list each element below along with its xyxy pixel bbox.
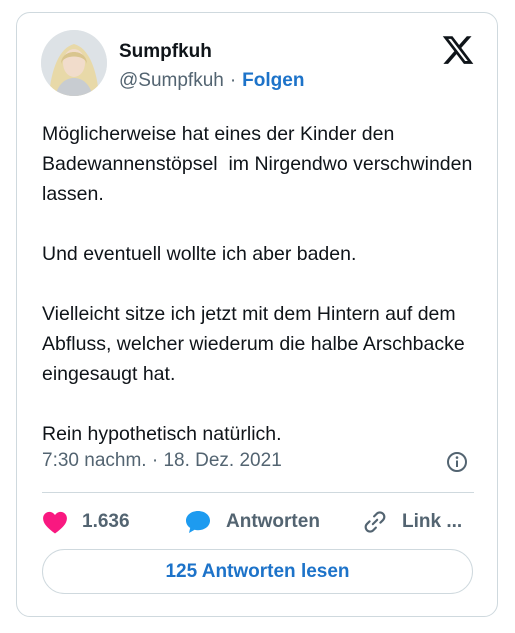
author-name[interactable]: Sumpfkuh (119, 41, 212, 63)
x-logo-icon[interactable] (441, 33, 475, 67)
reply-button[interactable]: Antworten (184, 509, 362, 535)
divider (42, 492, 474, 493)
separator-dot: · (229, 70, 237, 91)
tweet-text: Möglicherweise hat eines der Kinder den … (42, 119, 482, 449)
read-replies-button[interactable]: 125 Antworten lesen (42, 549, 473, 594)
author-handle[interactable]: @Sumpfkuh (119, 70, 224, 92)
author-handle-row: @Sumpfkuh · Folgen (119, 70, 304, 92)
like-button[interactable]: 1.636 (42, 510, 184, 534)
avatar[interactable] (41, 30, 107, 96)
heart-icon (43, 511, 67, 534)
tweet-paragraph: Vielleicht sitze ich jetzt mit dem Hinte… (42, 303, 471, 385)
link-icon (364, 511, 386, 533)
tweet-paragraph: Und eventuell wollte ich aber baden. (42, 243, 357, 265)
follow-link[interactable]: Folgen (242, 70, 304, 92)
tweet-timestamp[interactable]: 7:30 nachm. · 18. Dez. 2021 (42, 450, 282, 472)
copy-link-label: Link ... (402, 511, 463, 532)
action-bar: 1.636 Antworten Link ... (42, 507, 482, 537)
reply-label: Antworten (226, 511, 320, 532)
tweet-card: Sumpfkuh @Sumpfkuh · Folgen Möglicherwei… (16, 12, 498, 617)
tweet-paragraph: Rein hypothetisch natürlich. (42, 423, 282, 445)
info-icon[interactable] (445, 450, 469, 474)
tweet-paragraph: Möglicherweise hat eines der Kinder den … (42, 123, 478, 205)
speech-bubble-icon (186, 511, 210, 533)
copy-link-button[interactable]: Link ... (362, 509, 462, 535)
like-count: 1.636 (82, 511, 130, 532)
